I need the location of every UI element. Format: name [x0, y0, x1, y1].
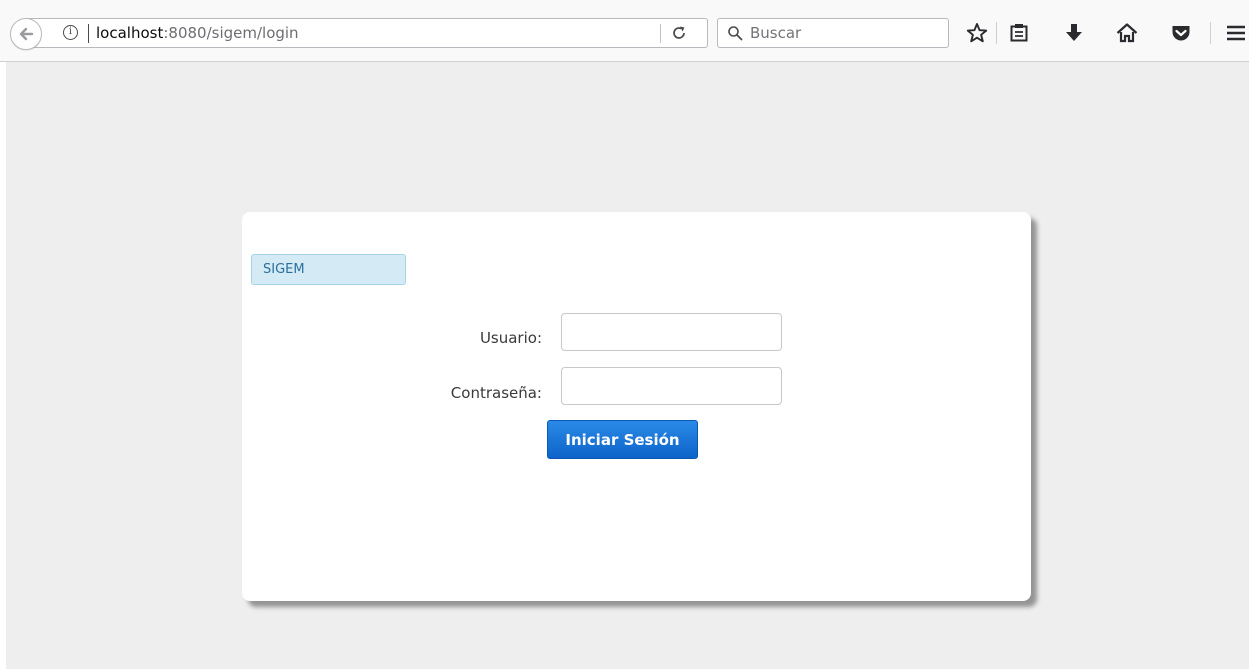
username-label: Usuario: — [479, 329, 542, 347]
pocket-icon[interactable] — [1170, 22, 1192, 44]
url-host: localhost — [96, 24, 164, 42]
bookmark-star-icon[interactable] — [966, 22, 988, 44]
browser-toolbar: i localhost:8080/sigem/login — [0, 0, 1249, 62]
password-input[interactable] — [561, 367, 782, 405]
back-arrow-icon — [19, 27, 34, 41]
url-bar[interactable]: i localhost:8080/sigem/login — [26, 18, 708, 48]
info-icon[interactable]: i — [63, 25, 78, 40]
url-text[interactable]: localhost:8080/sigem/login — [96, 24, 299, 43]
url-divider — [660, 24, 661, 43]
search-box[interactable] — [717, 18, 949, 48]
back-button[interactable] — [10, 18, 42, 50]
login-card: SIGEM Usuario: Contraseña: Iniciar Sesió… — [242, 212, 1031, 601]
toolbar-separator — [996, 22, 997, 44]
app-name-badge: SIGEM — [251, 254, 406, 285]
search-input[interactable] — [750, 23, 940, 43]
home-icon[interactable] — [1116, 22, 1138, 44]
reload-icon[interactable] — [671, 25, 687, 41]
url-path: :8080/sigem/login — [163, 24, 299, 42]
page-content: SIGEM Usuario: Contraseña: Iniciar Sesió… — [6, 62, 1249, 669]
url-separator — [88, 24, 89, 43]
search-icon — [728, 26, 743, 41]
toolbar-separator — [1210, 22, 1211, 44]
login-button[interactable]: Iniciar Sesión — [547, 420, 698, 459]
reading-list-icon[interactable] — [1008, 22, 1030, 44]
username-input[interactable] — [561, 313, 782, 351]
download-icon[interactable] — [1063, 22, 1085, 44]
hamburger-menu-icon[interactable] — [1225, 22, 1247, 44]
password-label: Contraseña: — [450, 384, 542, 402]
